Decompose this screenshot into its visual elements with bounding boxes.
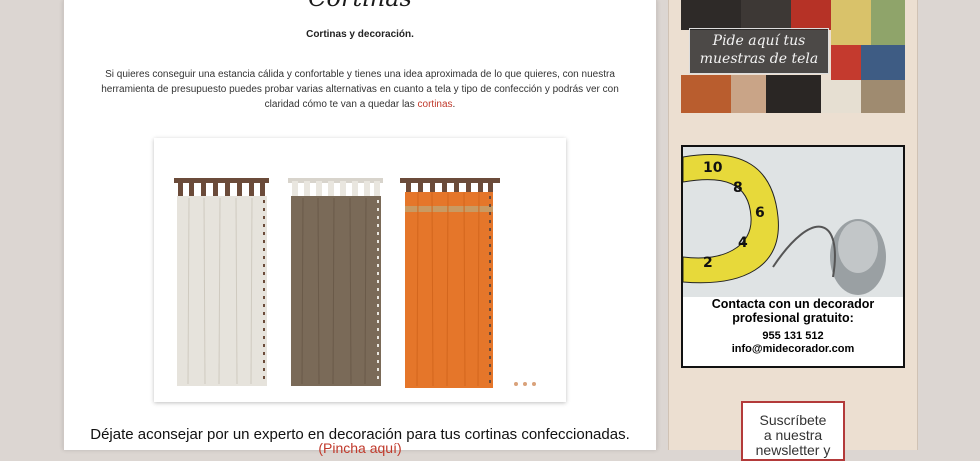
curtain-image-orange[interactable]	[400, 178, 500, 390]
decorator-title-2: profesional gratuito:	[732, 311, 854, 325]
fabric-swatch	[861, 80, 905, 113]
fabric-swatch	[766, 75, 821, 113]
decorator-contact-text: Contacta con un decorador profesional gr…	[683, 297, 903, 356]
svg-text:6: 6	[755, 205, 765, 221]
intro-text: Si quieres conseguir una estancia cálida…	[101, 69, 619, 110]
fabric-swatch	[831, 0, 871, 45]
svg-text:4: 4	[738, 235, 748, 251]
intro-paragraph: Si quieres conseguir una estancia cálida…	[84, 67, 636, 112]
page-title: Cortinas	[64, 0, 656, 12]
main-content: Cortinas Cortinas y decoración. Si quier…	[63, 0, 657, 456]
fabric-swatch	[821, 80, 861, 113]
fabric-swatch	[741, 0, 791, 30]
slider-dot[interactable]	[532, 382, 536, 386]
slider-dot[interactable]	[514, 382, 518, 386]
svg-text:10: 10	[703, 160, 723, 176]
decorator-phone: 955 131 512	[762, 330, 824, 342]
fabric-swatch	[791, 0, 831, 30]
fabric-swatch	[831, 45, 861, 80]
intro-end: .	[452, 99, 456, 110]
fabric-samples-banner[interactable]: Pide aquí tus muestras de tela	[681, 0, 905, 113]
newsletter-subscribe-box[interactable]: Suscríbete a nuestra newsletter y	[741, 401, 845, 461]
fabric-swatch	[681, 75, 731, 113]
fabric-swatch	[731, 75, 766, 113]
fabric-swatch	[871, 0, 905, 45]
curtain-image-brown[interactable]	[288, 178, 383, 388]
subscribe-line-2: a nuestra	[763, 427, 823, 443]
cortinas-link[interactable]: cortinas	[418, 99, 453, 110]
measuring-tape-icon: 10 864 2	[683, 147, 903, 297]
curtain-slider[interactable]	[154, 138, 566, 402]
slider-pagination[interactable]	[514, 382, 536, 386]
fabric-swatch	[861, 45, 905, 80]
page-subtitle: Cortinas y decoración.	[306, 29, 414, 40]
subscribe-line-1: Suscríbete	[759, 412, 827, 428]
decorator-banner[interactable]: 10 8 6 4 2 Contacta con un decorador profesi…	[681, 145, 905, 368]
svg-text:8: 8	[733, 180, 743, 196]
fabric-swatch	[681, 0, 741, 30]
click-here-link[interactable]: (Pincha aquí)	[64, 440, 656, 456]
curtain-image-white[interactable]	[174, 178, 269, 388]
right-sidebar: Pide aquí tus muestras de tela 10 8 6 4 2 Co…	[668, 0, 918, 461]
decorator-email: info@midecorador.com	[731, 343, 855, 355]
slider-dot[interactable]	[523, 382, 527, 386]
decorator-title-1: Contacta con un decorador	[711, 297, 875, 311]
svg-text:2: 2	[703, 255, 713, 271]
samples-banner-label: Pide aquí tus muestras de tela	[689, 28, 829, 74]
subscribe-line-3: newsletter y	[755, 442, 831, 458]
